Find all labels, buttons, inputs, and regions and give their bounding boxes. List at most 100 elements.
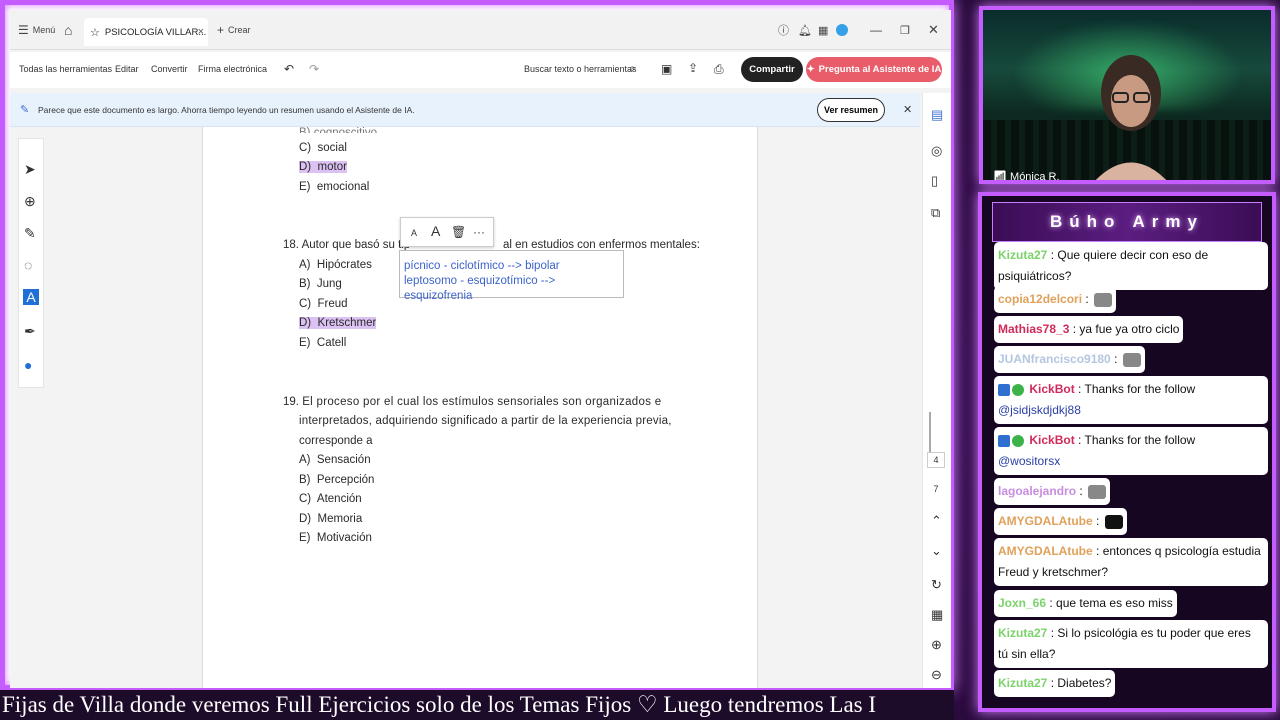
pdf-viewer: ☰ Menú ⌂ ☆ PSICOLOGÍA VILLAR... × + Crea… [10, 10, 951, 688]
bell-icon[interactable]: 🔔︎ [798, 10, 812, 50]
search-icon[interactable]: ⌕ [629, 61, 636, 76]
share-button[interactable]: Compartir [741, 57, 803, 82]
cam-name-tag: 📶︎ Mónica R. [993, 171, 1060, 183]
comments-icon[interactable]: ◎ [931, 143, 942, 159]
q18-option: C) Freud [299, 298, 348, 310]
convert-menu[interactable]: Convertir [151, 64, 188, 74]
ai-assistant-label: Pregunta al Asistente de IA [818, 64, 942, 75]
ai-panel-icon[interactable]: ▤ [931, 107, 943, 123]
q18-option-highlighted: D) Kretschmer [299, 317, 377, 329]
fit-page-icon[interactable]: ▦ [931, 607, 943, 623]
close-window-icon[interactable]: ✕ [928, 10, 939, 50]
sign-menu[interactable]: Firma electrónica [198, 64, 267, 74]
signal-icon: 📶︎ [993, 171, 1007, 183]
prev-option-e: E) emocional [299, 181, 370, 193]
select-arrow-icon[interactable]: ➤ [24, 161, 36, 178]
tab-document[interactable]: ☆ PSICOLOGÍA VILLAR... × [84, 18, 208, 46]
zoom-in-icon[interactable]: ⊕ [931, 637, 942, 653]
home-icon[interactable]: ⌂ [64, 10, 72, 50]
screen-share-frame: ☰ Menú ⌂ ☆ PSICOLOGÍA VILLAR... × + Crea… [0, 0, 954, 690]
ticker-text: Fijas de Villa donde veremos Full Ejerci… [2, 692, 877, 717]
chat-message: copia12delcori : [994, 286, 1117, 313]
verified-badge-icon [1012, 434, 1024, 447]
chat-panel: Búho Army Kizuta27 : Que quiere decir co… [978, 192, 1276, 712]
hamburger-icon: ☰ [18, 23, 29, 37]
page-up-icon[interactable]: ⌃ [931, 513, 942, 529]
q19-option: A) Sensación [299, 454, 371, 466]
create-button[interactable]: + Crear [217, 10, 251, 50]
view-summary-button[interactable]: Ver resumen [817, 98, 885, 122]
star-icon[interactable]: ☆ [90, 26, 100, 39]
close-tab-icon[interactable]: × [198, 26, 204, 38]
text-annotation[interactable]: pícnico - ciclotímico --> bipolar leptos… [399, 250, 624, 302]
image-emote-icon [1104, 514, 1123, 529]
menu-label: Menú [32, 25, 56, 35]
edit-menu[interactable]: Editar [115, 64, 139, 74]
scrollbar[interactable] [929, 412, 931, 452]
restore-icon[interactable]: ❐ [900, 10, 910, 50]
current-page: 4 [927, 452, 945, 468]
chat-message: Mathias78_3 : ya fue ya otro ciclo [994, 316, 1184, 343]
menu-button[interactable]: ☰ Menú [18, 10, 55, 50]
redo-icon[interactable]: ↷ [309, 62, 319, 76]
q19-line3: corresponde a [299, 435, 373, 447]
cut-off-line: B) cognoscitivo [299, 127, 377, 133]
help-icon[interactable]: ⓘ [778, 10, 789, 50]
print-icon[interactable]: ⎙ [714, 62, 724, 77]
q19-line2: interpretados, adquiriendo significado a… [299, 415, 672, 427]
trash-icon[interactable]: 🗑︎ [451, 225, 466, 239]
upload-icon[interactable]: ⇪ [688, 61, 698, 75]
all-tools-menu[interactable]: Todas las herramientas [19, 64, 112, 74]
comment-icon[interactable]: ⊕ [24, 193, 36, 210]
search-tools-input[interactable]: Buscar texto o herramientas [524, 64, 637, 74]
chat-message: Kizuta27 : Si lo psicológia es tu poder … [994, 620, 1268, 668]
tab-title: PSICOLOGÍA VILLAR... [104, 26, 207, 38]
scrolling-ticker: Fijas de Villa donde veremos Full Ejerci… [0, 690, 954, 720]
stream-layout: ☰ Menú ⌂ ☆ PSICOLOGÍA VILLAR... × + Crea… [0, 0, 1280, 720]
text-format-popup: A A 🗑︎ ··· [400, 217, 494, 247]
pen-icon[interactable]: ✎ [24, 225, 36, 242]
chat-message: JUANfrancisco9180 : [994, 346, 1145, 373]
lasso-icon[interactable]: ◌ [24, 257, 32, 273]
close-banner-icon[interactable]: ✕ [903, 103, 912, 116]
zoom-out-icon[interactable]: ⊖ [931, 667, 942, 683]
streamer-silhouette [1095, 55, 1167, 180]
chat-message: Kizuta27 : Que quiere decir con eso de p… [994, 242, 1268, 290]
apps-icon[interactable]: ▦ [818, 10, 828, 50]
bot-badge-icon [998, 383, 1010, 396]
chat-header: Búho Army [992, 202, 1262, 242]
q18-option: A) Hipócrates [299, 259, 372, 271]
text-box-icon[interactable]: A [23, 289, 39, 305]
main-toolbar: Todas las herramientas Editar Convertir … [10, 52, 951, 88]
q19-option: B) Percepción [299, 474, 375, 486]
plus-icon: + [217, 23, 225, 37]
note-line: pícnico - ciclotímico --> bipolar [404, 260, 560, 272]
increase-font-icon[interactable]: A [431, 223, 440, 239]
bookmark-icon[interactable]: ▯ [931, 173, 938, 189]
minimize-icon[interactable]: — [870, 10, 882, 50]
copy-pages-icon[interactable]: ⧉ [931, 205, 940, 221]
prev-option-d: D) motor [299, 161, 347, 173]
create-label: Crear [228, 25, 251, 35]
bot-badge-icon [998, 434, 1010, 447]
q19-line1: 19. El proceso por el cual los estímulos… [283, 396, 662, 408]
decrease-font-icon[interactable]: A [411, 228, 417, 238]
undo-icon[interactable]: ↶ [284, 62, 294, 76]
page-down-icon[interactable]: ⌄ [931, 543, 942, 559]
refresh-icon[interactable]: ↻ [931, 577, 942, 593]
save-icon[interactable]: ▣ [661, 62, 672, 76]
ai-assistant-button[interactable]: ✦ Pregunta al Asistente de IA [806, 57, 942, 82]
chat-message: AMYGDALAtube : entonces q psicología est… [994, 538, 1268, 586]
left-toolbar: ➤ ⊕ ✎ ◌ A ✒ ● [18, 138, 44, 388]
avatar[interactable] [836, 10, 848, 50]
q18-option: E) Catell [299, 337, 347, 349]
q19-option: E) Motivación [299, 532, 372, 544]
more-icon[interactable]: ··· [473, 225, 485, 239]
q18-text: 18. Autor que basó su tip [283, 239, 411, 251]
stamp-icon[interactable]: ✒ [24, 323, 36, 340]
banner-text: Parece que este documento es largo. Ahor… [38, 105, 415, 115]
verified-badge-icon [1012, 383, 1024, 396]
chat-message: KickBot : Thanks for the follow @wositor… [994, 427, 1268, 475]
color-dot-icon[interactable]: ● [24, 357, 32, 373]
page-indicator[interactable]: 4 7 [927, 452, 945, 508]
